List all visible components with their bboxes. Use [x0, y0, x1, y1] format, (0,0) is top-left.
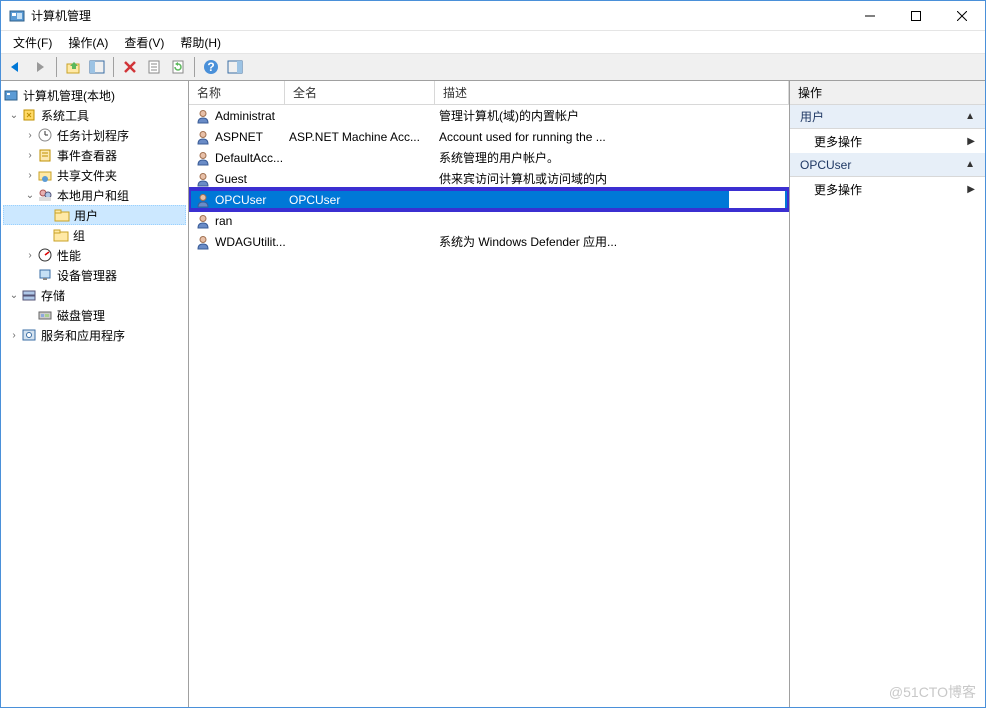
folder-icon — [53, 227, 69, 243]
folder-icon — [54, 207, 70, 223]
properties-button[interactable] — [143, 56, 165, 78]
minimize-button[interactable] — [847, 1, 893, 31]
cell-description: 供来宾访问计算机或访问域的内 — [435, 170, 789, 187]
cell-fullname: ASP.NET Machine Acc... — [285, 130, 435, 144]
action-pane-button[interactable] — [224, 56, 246, 78]
tree-devicemgr[interactable]: 设备管理器 — [3, 265, 186, 285]
svg-text:?: ? — [207, 60, 214, 74]
forward-button[interactable] — [29, 56, 51, 78]
list-row[interactable]: OPCUserOPCUser — [189, 189, 789, 210]
cell-name: OPCUser — [189, 192, 285, 208]
help-button[interactable]: ? — [200, 56, 222, 78]
list-row[interactable]: ran — [189, 210, 789, 231]
chevron-right-icon: ▶ — [967, 136, 975, 147]
collapse-icon: ▲ — [965, 159, 975, 170]
tree-eventviewer[interactable]: ›事件查看器 — [3, 145, 186, 165]
col-header-name[interactable]: 名称 — [189, 81, 285, 104]
list-row[interactable]: WDAGUtilit... 系统为 Windows Defender 应用... — [189, 231, 789, 252]
tree-systools[interactable]: ⌄系统工具 — [3, 105, 186, 125]
list-row[interactable]: Administrat 管理计算机(域)的内置帐户 — [189, 105, 789, 126]
list-header: 名称 全名 描述 — [189, 81, 789, 105]
user-icon — [195, 108, 211, 124]
tree-pane[interactable]: 计算机管理(本地) ⌄系统工具 ›任务计划程序 ›事件查看器 ›共享文件夹 ⌄本… — [1, 81, 189, 707]
close-button[interactable] — [939, 1, 985, 31]
list-pane: 名称 全名 描述 Administrat管理计算机(域)的内置帐户ASPNETA… — [189, 81, 790, 707]
menu-help[interactable]: 帮助(H) — [172, 32, 229, 53]
maximize-button[interactable] — [893, 1, 939, 31]
cell-description: 管理计算机(域)的内置帐户 — [435, 107, 789, 124]
titlebar: 计算机管理 — [1, 1, 985, 31]
up-button[interactable] — [62, 56, 84, 78]
action-section-opcuser[interactable]: OPCUser▲ — [790, 153, 985, 177]
list-body[interactable]: Administrat 管理计算机(域)的内置帐户 ASPNETASP.NET Ma… — [189, 105, 789, 707]
list-row[interactable]: ASPNETASP.NET Machine Acc...Account used… — [189, 126, 789, 147]
toolbar: ? — [1, 53, 985, 81]
tree-groups[interactable]: 组 — [3, 225, 186, 245]
user-icon — [195, 129, 211, 145]
back-button[interactable] — [5, 56, 27, 78]
tree-localusers[interactable]: ⌄本地用户和组 — [3, 185, 186, 205]
tree-performance[interactable]: ›性能 — [3, 245, 186, 265]
app-icon — [9, 8, 25, 24]
cell-description: Account used for running the ... — [435, 130, 789, 144]
chevron-right-icon[interactable]: › — [23, 130, 37, 141]
chevron-right-icon[interactable]: › — [23, 250, 37, 261]
cell-fullname: OPCUser — [285, 193, 435, 207]
action-more-ops-1[interactable]: 更多操作▶ — [790, 129, 985, 153]
cell-name: WDAGUtilit... — [189, 234, 285, 250]
user-icon — [195, 234, 211, 250]
tree-services[interactable]: ›服务和应用程序 — [3, 325, 186, 345]
chevron-right-icon[interactable]: › — [23, 150, 37, 161]
user-icon — [195, 150, 211, 166]
col-header-description[interactable]: 描述 — [435, 81, 789, 104]
tree-sharedfolders[interactable]: ›共享文件夹 — [3, 165, 186, 185]
chevron-right-icon[interactable]: › — [23, 170, 37, 181]
tree-root[interactable]: 计算机管理(本地) — [3, 85, 186, 105]
action-pane: 操作 用户▲ 更多操作▶ OPCUser▲ 更多操作▶ — [790, 81, 985, 707]
tree-taskscheduler[interactable]: ›任务计划程序 — [3, 125, 186, 145]
chevron-right-icon[interactable]: › — [7, 330, 21, 341]
list-row[interactable]: DefaultAcc... 系统管理的用户帐户。 — [189, 147, 789, 168]
tree-storage[interactable]: ⌄存储 — [3, 285, 186, 305]
cell-name: DefaultAcc... — [189, 150, 285, 166]
list-row[interactable]: Guest 供来宾访问计算机或访问域的内 — [189, 168, 789, 189]
tree-users[interactable]: 用户 — [3, 205, 186, 225]
cell-description: 系统管理的用户帐户。 — [435, 149, 789, 166]
chevron-down-icon[interactable]: ⌄ — [7, 110, 21, 121]
chevron-right-icon: ▶ — [967, 184, 975, 195]
delete-button[interactable] — [119, 56, 141, 78]
tree-diskmgmt[interactable]: 磁盘管理 — [3, 305, 186, 325]
chevron-down-icon[interactable]: ⌄ — [7, 290, 21, 301]
cell-description: 系统为 Windows Defender 应用... — [435, 233, 789, 250]
action-pane-header: 操作 — [790, 81, 985, 105]
user-icon — [195, 192, 211, 208]
menu-file[interactable]: 文件(F) — [5, 32, 60, 53]
cell-name: ASPNET — [189, 129, 285, 145]
chevron-down-icon[interactable]: ⌄ — [23, 190, 37, 201]
menu-action[interactable]: 操作(A) — [60, 32, 116, 53]
show-hide-tree-button[interactable] — [86, 56, 108, 78]
window-title: 计算机管理 — [31, 7, 847, 24]
col-header-fullname[interactable]: 全名 — [285, 81, 435, 104]
action-section-users[interactable]: 用户▲ — [790, 105, 985, 129]
menu-view[interactable]: 查看(V) — [116, 32, 172, 53]
refresh-button[interactable] — [167, 56, 189, 78]
cell-name: Administrat — [189, 108, 285, 124]
user-icon — [195, 171, 211, 187]
action-more-ops-2[interactable]: 更多操作▶ — [790, 177, 985, 201]
cell-name: Guest — [189, 171, 285, 187]
collapse-icon: ▲ — [965, 111, 975, 122]
cell-name: ran — [189, 213, 285, 229]
user-icon — [195, 213, 211, 229]
menubar: 文件(F) 操作(A) 查看(V) 帮助(H) — [1, 31, 985, 53]
